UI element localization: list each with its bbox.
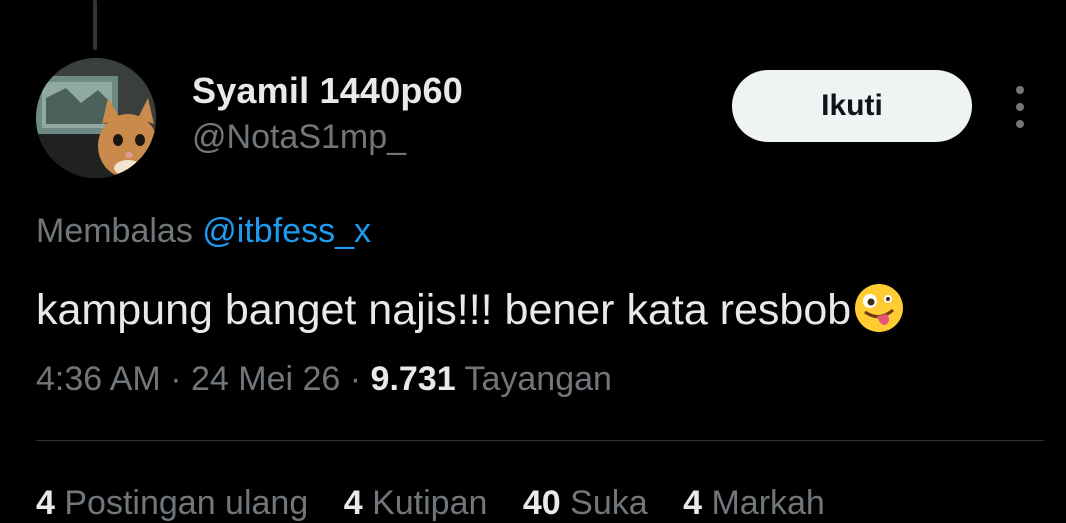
stat-count: 4 <box>343 484 363 522</box>
tweet-body: kampung banget najis!!! bener kata resbo… <box>36 286 852 334</box>
tweet-date[interactable]: 24 Mei 26 <box>191 360 340 398</box>
tweet-text: kampung banget najis!!! bener kata resbo… <box>36 282 905 335</box>
zany-face-emoji-icon <box>855 284 904 332</box>
stat-likes[interactable]: 40 Suka <box>523 484 648 522</box>
tweet-meta: 4:36 AM · 24 Mei 26 · 9.731 Tayangan <box>36 360 612 399</box>
stat-label: Markah <box>711 484 825 522</box>
stat-count: 40 <box>522 484 561 522</box>
follow-button[interactable]: Ikuti <box>732 70 972 142</box>
meta-separator: · <box>170 360 182 398</box>
meta-separator: · <box>349 360 362 398</box>
reply-prefix: Membalas <box>36 212 193 250</box>
stat-reposts[interactable]: 4 Postingan ulang <box>36 484 308 522</box>
stat-quotes[interactable]: 4 Kutipan <box>344 484 488 522</box>
reply-mention-link[interactable]: @itbfess_x <box>202 212 371 250</box>
views-count: 9.731 <box>370 360 456 398</box>
more-options-icon[interactable] <box>1008 86 1032 128</box>
author-name[interactable]: Syamil 1440p60 <box>192 70 463 112</box>
stat-count: 4 <box>683 484 703 522</box>
author-handle[interactable]: @NotaS1mp_ <box>192 118 406 157</box>
views-label: Tayangan <box>464 360 612 398</box>
more-dot <box>1016 86 1024 94</box>
avatar[interactable] <box>36 58 156 178</box>
stat-label: Postingan ulang <box>64 484 309 522</box>
tweet-time[interactable]: 4:36 AM <box>36 360 161 398</box>
stat-label: Suka <box>570 484 648 522</box>
engagement-stats: 4 Postingan ulang 4 Kutipan 40 Suka 4 Ma… <box>36 484 851 523</box>
reply-context: Membalas @itbfess_x <box>36 212 371 251</box>
avatar-image <box>36 58 156 178</box>
more-dot <box>1016 120 1024 128</box>
stat-bookmarks[interactable]: 4 Markah <box>683 484 825 522</box>
divider <box>36 440 1044 441</box>
thread-line <box>93 0 97 50</box>
more-dot <box>1016 103 1024 111</box>
stat-label: Kutipan <box>372 484 488 522</box>
stat-count: 4 <box>36 484 55 522</box>
